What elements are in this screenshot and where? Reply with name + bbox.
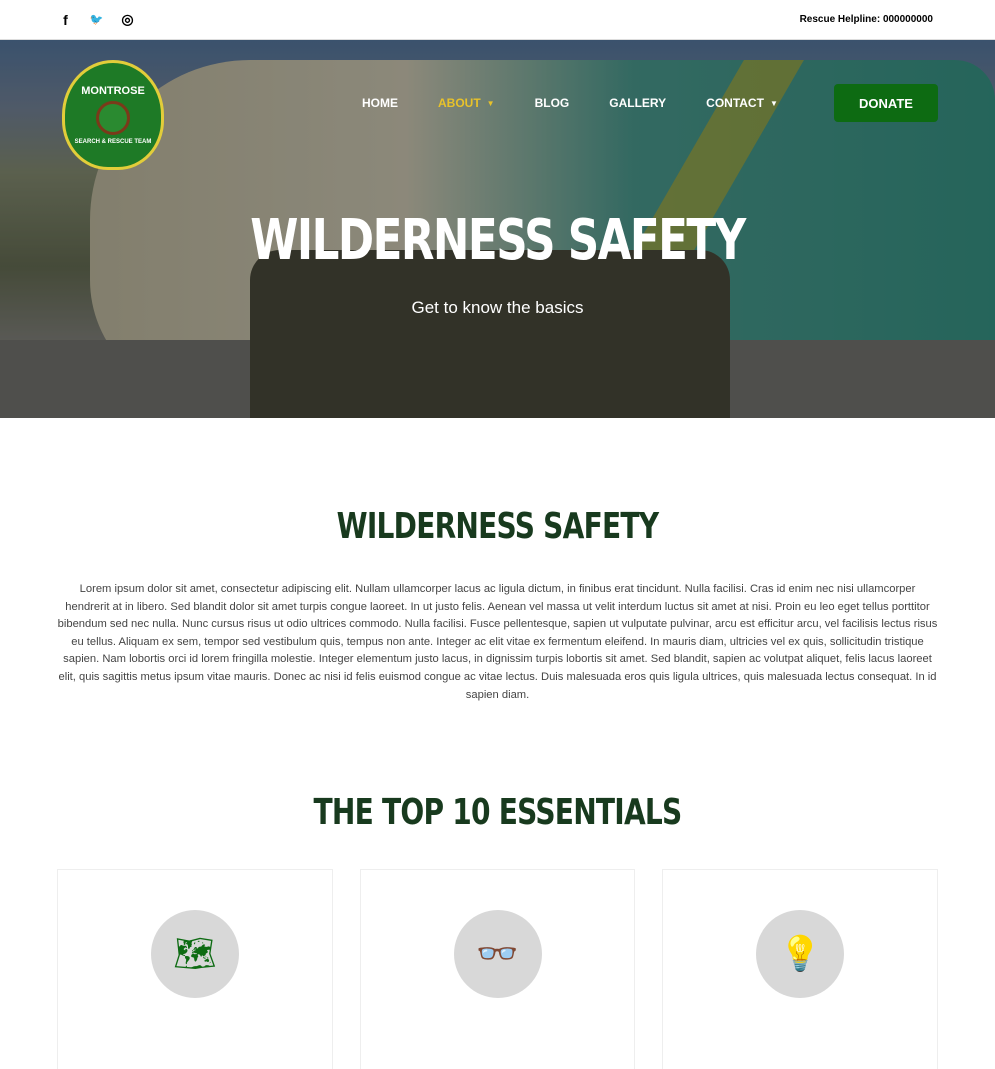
nav-gallery[interactable]: GALLERY	[609, 96, 666, 110]
section-title: WILDERNESS SAFETY	[336, 506, 659, 547]
essentials-section: THE TOP 10 ESSENTIALS 🗺 👓 💡	[0, 792, 995, 1069]
nav-contact[interactable]: CONTACT ▼	[706, 96, 778, 110]
nav-gallery-label: GALLERY	[609, 96, 667, 110]
caret-down-icon: ▼	[769, 98, 778, 108]
facebook-icon[interactable]: f	[58, 12, 73, 28]
nav-blog[interactable]: BLOG	[535, 96, 570, 110]
hero-banner: MONTROSE SEARCH & RESCUE TEAM HOME ABOUT…	[0, 40, 995, 418]
nav-blog-label: BLOG	[534, 96, 570, 110]
rescue-helpline: Rescue Helpline: 000000000	[799, 14, 933, 25]
top-bar: f 🐦 ◎ Rescue Helpline: 000000000	[0, 0, 995, 40]
logo-emblem	[96, 101, 130, 135]
nav-about[interactable]: ABOUT ▼	[438, 96, 495, 110]
glasses-icon: 👓	[476, 935, 519, 974]
essential-card: 👓	[359, 869, 636, 1069]
nav-home-label: HOME	[362, 96, 398, 110]
lightbulb-icon: 💡	[779, 935, 822, 974]
essential-card: 🗺	[57, 869, 333, 1069]
social-links: f 🐦 ◎	[58, 11, 135, 28]
nav-contact-label: CONTACT	[706, 96, 764, 110]
intro-text: Lorem ipsum dolor sit amet, consectetur …	[57, 583, 938, 701]
map-icon: 🗺	[173, 935, 217, 974]
logo-subtext: SEARCH & RESCUE TEAM	[74, 139, 152, 145]
site-logo[interactable]: MONTROSE SEARCH & RESCUE TEAM	[62, 60, 164, 170]
logo-text: MONTROSE	[81, 85, 145, 97]
instagram-icon[interactable]: ◎	[120, 11, 135, 28]
hero-subtitle: Get to know the basics	[411, 298, 584, 317]
nav-about-label: ABOUT	[438, 96, 481, 110]
twitter-icon[interactable]: 🐦	[89, 13, 104, 26]
essential-card: 💡	[662, 869, 939, 1069]
main-nav: HOME ABOUT ▼ BLOG GALLERY CONTACT ▼	[362, 96, 818, 110]
caret-down-icon: ▼	[486, 98, 495, 108]
nav-home[interactable]: HOME	[362, 96, 398, 110]
donate-button[interactable]: DONATE	[834, 84, 938, 122]
hero-title: WILDERNESS SAFETY	[250, 208, 746, 273]
essentials-title: THE TOP 10 ESSENTIALS	[313, 792, 683, 834]
intro-section: WILDERNESS SAFETY Lorem ipsum dolor sit …	[0, 506, 995, 704]
